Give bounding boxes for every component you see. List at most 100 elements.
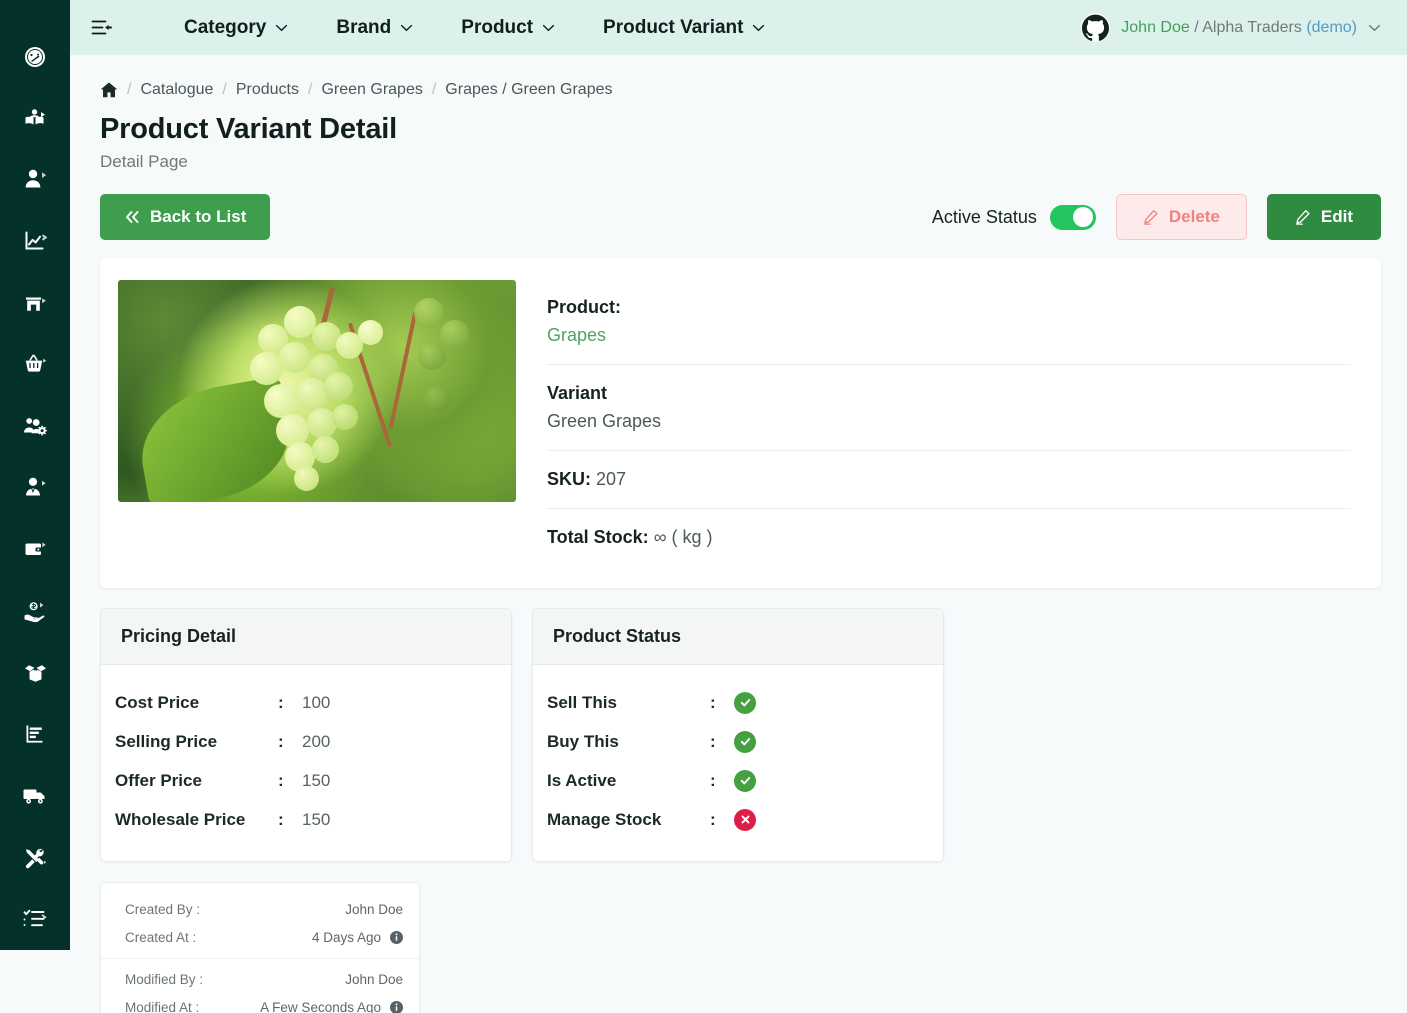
breadcrumb-item-products[interactable]: Products — [236, 81, 299, 99]
pricing-value: 100 — [302, 693, 330, 713]
home-icon[interactable] — [100, 81, 118, 99]
tools-icon — [22, 845, 48, 871]
sidebar-item-wallet[interactable] — [0, 519, 70, 581]
status-colon: : — [710, 771, 734, 791]
meta-key: Modified By : — [125, 972, 203, 987]
breadcrumb-item-current: Grapes / Green Grapes — [445, 81, 612, 99]
sidebar-item-store[interactable] — [0, 272, 70, 334]
variant-image-wrapper — [109, 280, 516, 566]
meta-row-created-by: Created By : John Doe — [125, 895, 403, 923]
sidebar-item-catalogue[interactable] — [0, 88, 70, 150]
nav-item-brand[interactable]: Brand — [312, 11, 437, 45]
sidebar-item-delivery[interactable] — [0, 765, 70, 827]
chevron-down-icon — [1368, 24, 1381, 32]
detail-panels: Pricing Detail Cost Price : 100 Selling … — [100, 608, 1381, 862]
pricing-panel-body: Cost Price : 100 Selling Price : 200 Off… — [101, 665, 511, 861]
pricing-row-selling-price: Selling Price : 200 — [115, 722, 491, 761]
field-sku-value: 207 — [596, 469, 626, 489]
field-product-value[interactable]: Grapes — [547, 325, 1351, 346]
field-variant-label: Variant — [547, 383, 1351, 404]
breadcrumb-item-green-grapes[interactable]: Green Grapes — [321, 81, 422, 99]
chart-line-icon — [23, 229, 48, 254]
status-key: Buy This — [547, 732, 710, 752]
delete-button[interactable]: Delete — [1116, 194, 1247, 240]
pricing-detail-panel: Pricing Detail Cost Price : 100 Selling … — [100, 608, 512, 862]
chevron-down-icon — [400, 24, 413, 32]
content-column: Category Brand Product Product Variant — [70, 0, 1407, 1013]
sidebar-item-staff[interactable] — [0, 457, 70, 519]
meta-value: John Doe — [345, 902, 403, 917]
sidebar-item-customers[interactable] — [0, 149, 70, 211]
status-row-is-active: Is Active : — [547, 761, 923, 800]
pricing-key: Offer Price — [115, 771, 278, 791]
meta-value-text: John Doe — [345, 972, 403, 987]
active-status-group: Active Status — [932, 205, 1096, 230]
field-variant-value: Green Grapes — [547, 411, 1351, 432]
field-variant: Variant Green Grapes — [547, 364, 1351, 450]
action-bar: Back to List Active Status Delete Edit — [100, 194, 1381, 240]
user-separator: / — [1194, 19, 1198, 36]
double-chevron-left-icon — [124, 210, 140, 224]
sidebar-item-reports[interactable] — [0, 704, 70, 766]
sidebar-item-analytics[interactable] — [0, 211, 70, 273]
nav-item-product-label: Product — [461, 17, 533, 39]
audit-meta-table: Created By : John Doe Created At : 4 Day… — [100, 882, 420, 1013]
sidebar-item-orders[interactable] — [0, 334, 70, 396]
list-collapse-icon[interactable] — [84, 11, 118, 45]
product-status-panel: Product Status Sell This : Buy This — [532, 608, 944, 862]
pricing-key: Wholesale Price — [115, 810, 278, 830]
sidebar-item-user-management[interactable] — [0, 396, 70, 458]
sidebar-item-tasks[interactable] — [0, 888, 70, 950]
delete-label: Delete — [1169, 207, 1220, 227]
pricing-panel-title: Pricing Detail — [121, 626, 491, 647]
pricing-panel-header: Pricing Detail — [101, 609, 511, 665]
meta-key: Created At : — [125, 930, 196, 945]
dashboard-gauge-icon — [23, 45, 47, 69]
user-icon — [23, 167, 48, 192]
users-gear-icon — [23, 414, 48, 439]
back-to-list-button[interactable]: Back to List — [100, 194, 270, 240]
info-icon[interactable] — [390, 931, 403, 944]
pricing-row-cost-price: Cost Price : 100 — [115, 683, 491, 722]
field-sku-label: SKU: — [547, 469, 591, 489]
nav-item-product[interactable]: Product — [437, 11, 579, 45]
task-list-icon — [22, 906, 48, 932]
status-key: Is Active — [547, 771, 710, 791]
nav-item-product-variant-label: Product Variant — [603, 17, 743, 39]
field-total-stock-value: ∞ ( kg ) — [654, 527, 713, 547]
status-key: Manage Stock — [547, 810, 710, 830]
nav-item-product-variant[interactable]: Product Variant — [579, 11, 789, 45]
status-check-icon — [734, 692, 756, 714]
info-icon[interactable] — [390, 1001, 403, 1013]
nav-item-category-label: Category — [184, 17, 266, 39]
meta-value-text: John Doe — [345, 902, 403, 917]
sidebar-item-dashboard[interactable] — [0, 26, 70, 88]
pricing-colon: : — [278, 693, 302, 713]
status-panel-header: Product Status — [533, 609, 943, 665]
variant-fields: Product: Grapes Variant Green Grapes SKU… — [516, 280, 1359, 566]
breadcrumb-item-catalogue[interactable]: Catalogue — [140, 81, 213, 99]
meta-group-modified: Modified By : John Doe Modified At : A F… — [101, 958, 419, 1013]
pencil-icon — [1295, 209, 1311, 225]
sidebar-item-inventory[interactable] — [0, 642, 70, 704]
user-name: John Doe — [1121, 19, 1190, 36]
status-row-sell-this: Sell This : — [547, 683, 923, 722]
pricing-colon: : — [278, 771, 302, 791]
chevron-down-icon — [752, 24, 765, 32]
green-grapes-photo — [118, 280, 516, 502]
action-bar-right: Active Status Delete Edit — [932, 194, 1381, 240]
nav-item-category[interactable]: Category — [160, 11, 312, 45]
field-total-stock-label: Total Stock: — [547, 527, 649, 547]
pricing-colon: : — [278, 810, 302, 830]
nav-links: Category Brand Product Product Variant — [160, 11, 789, 45]
meta-value: A Few Seconds Ago — [260, 1000, 403, 1013]
active-status-toggle[interactable] — [1050, 205, 1096, 230]
product-variant-detail-card: Product: Grapes Variant Green Grapes SKU… — [100, 258, 1381, 588]
sidebar-item-settings[interactable] — [0, 827, 70, 889]
user-org: Alpha Traders — [1202, 19, 1302, 36]
pricing-value: 150 — [302, 810, 330, 830]
edit-button[interactable]: Edit — [1267, 194, 1381, 240]
pricing-colon: : — [278, 732, 302, 752]
sidebar-item-payments[interactable] — [0, 580, 70, 642]
user-menu[interactable]: John Doe / Alpha Traders (demo) — [1081, 13, 1389, 42]
